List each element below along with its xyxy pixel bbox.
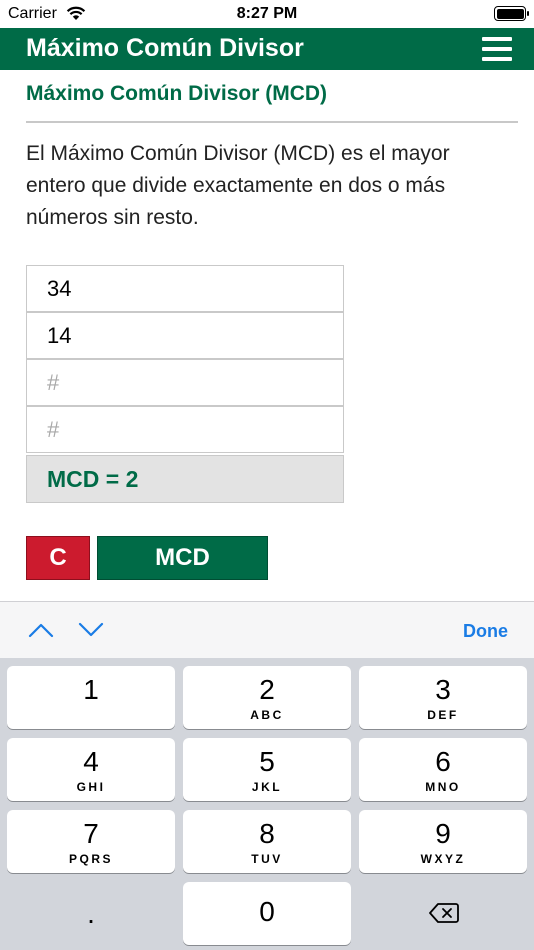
key-letters: PQRS: [68, 852, 113, 866]
section-title: Máximo Común Divisor (MCD): [26, 82, 328, 105]
key-letters: WXYZ: [420, 852, 466, 866]
key-3[interactable]: 3 DEF: [359, 666, 527, 729]
key-5[interactable]: 5 JKL: [183, 738, 351, 801]
key-1[interactable]: 1: [7, 666, 175, 729]
key-dot-label: .: [87, 898, 95, 929]
key-9[interactable]: 9 WXYZ: [359, 810, 527, 873]
key-6[interactable]: 6 MNO: [359, 738, 527, 801]
key-letters: JKL: [251, 780, 283, 794]
key-digit: 5: [259, 746, 275, 777]
key-letters: MNO: [425, 780, 461, 794]
app-title: Máximo Común Divisor: [26, 34, 304, 62]
key-digit: 1: [83, 674, 99, 705]
key-4[interactable]: 4 GHI: [7, 738, 175, 801]
key-digit: 8: [259, 818, 275, 849]
chevron-up-icon[interactable]: [28, 622, 54, 638]
numeric-keypad: 1 2 ABC 3 DEF 4 GHI 5 JKL 6 MNO 7 PQRS 8 TUV 9 W…: [0, 658, 534, 950]
calculate-mcd-button[interactable]: MCD: [97, 536, 268, 580]
number-input-4[interactable]: [26, 406, 344, 453]
key-digit: 9: [435, 818, 451, 849]
divider: [26, 121, 518, 123]
hamburger-menu-icon[interactable]: [482, 37, 512, 61]
status-time: 8:27 PM: [236, 5, 298, 22]
key-2[interactable]: 2 ABC: [183, 666, 351, 729]
key-letters: ABC: [250, 708, 284, 722]
chevron-down-icon[interactable]: [78, 622, 104, 638]
number-input-1[interactable]: [26, 265, 344, 312]
keyboard-accessory-bar: Done: [0, 601, 534, 658]
result-display: MCD = 2: [26, 455, 344, 503]
key-digit: 2: [259, 674, 275, 705]
status-bar: Carrier 8:27 PM: [0, 0, 534, 28]
key-letters: DEF: [427, 708, 459, 722]
backspace-key[interactable]: [359, 882, 527, 945]
number-input-2[interactable]: [26, 312, 344, 359]
app-header: Máximo Común Divisor: [0, 28, 534, 70]
key-0[interactable]: 0: [183, 882, 351, 945]
key-digit: 0: [259, 896, 275, 927]
key-digit: 3: [435, 674, 451, 705]
number-input-3[interactable]: [26, 359, 344, 406]
backspace-icon: [429, 903, 459, 923]
key-decimal[interactable]: .: [7, 882, 175, 945]
clear-button[interactable]: C: [26, 536, 90, 580]
battery-icon: [494, 6, 529, 21]
key-digit: 7: [83, 818, 99, 849]
key-letters: TUV: [251, 852, 283, 866]
key-digit: 4: [83, 746, 99, 777]
description-text: El Máximo Común Divisor (MCD) es el mayo…: [26, 142, 450, 229]
key-8[interactable]: 8 TUV: [183, 810, 351, 873]
key-digit: 6: [435, 746, 451, 777]
key-letters: GHI: [76, 780, 106, 794]
done-button[interactable]: Done: [463, 621, 508, 642]
key-7[interactable]: 7 PQRS: [7, 810, 175, 873]
